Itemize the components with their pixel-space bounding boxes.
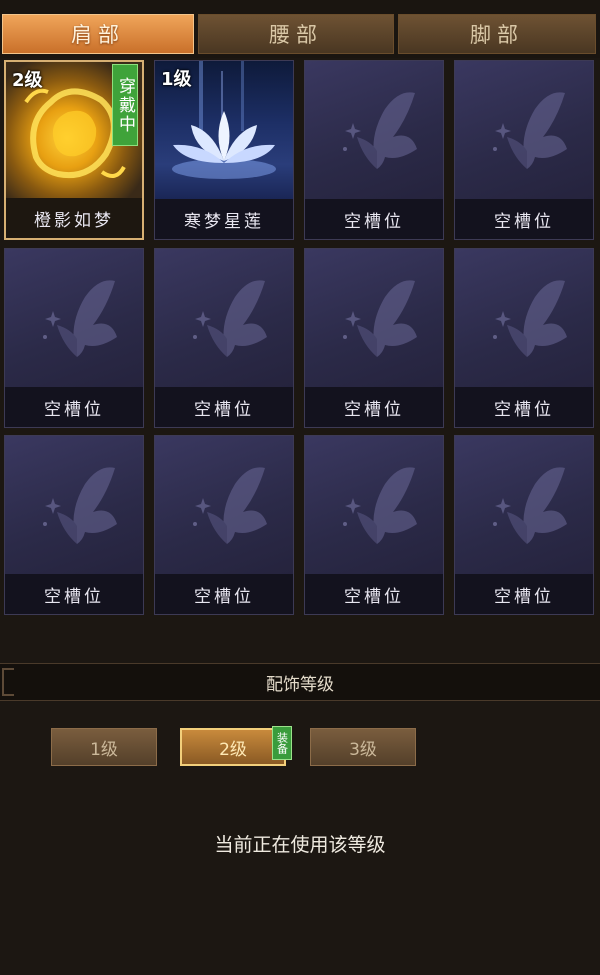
- tab-shoulder[interactable]: 肩部: [2, 14, 194, 54]
- slot-name: 空槽位: [155, 387, 293, 427]
- slot-name: 寒梦星莲: [155, 199, 293, 239]
- slot-art: [455, 436, 593, 574]
- accessory-tab-bar: 肩部 腰部 脚部: [0, 0, 600, 58]
- slot-name: 空槽位: [455, 199, 593, 239]
- slot-card[interactable]: 1级 寒梦星莲: [154, 60, 294, 240]
- butterfly-placeholder-icon: [43, 280, 117, 357]
- slot-name: 空槽位: [455, 387, 593, 427]
- slot-art: [455, 61, 593, 199]
- status-text: 当前正在使用该等级: [214, 834, 386, 856]
- slot-level-badge: 2级: [12, 70, 43, 91]
- empty-slot[interactable]: 空槽位: [304, 435, 444, 615]
- level-label: 3级: [349, 739, 377, 760]
- level-label: 1级: [90, 739, 118, 760]
- tab-waist[interactable]: 腰部: [198, 14, 394, 54]
- butterfly-placeholder-icon: [343, 280, 417, 357]
- slot-name: 空槽位: [5, 574, 143, 614]
- slot-art: [305, 436, 443, 574]
- butterfly-placeholder-icon: [493, 92, 567, 169]
- level-1-button[interactable]: 1级: [51, 728, 157, 766]
- slot-art: [155, 436, 293, 574]
- slot-name: 橙影如梦: [6, 198, 142, 238]
- empty-slot[interactable]: 空槽位: [454, 60, 594, 240]
- slot-art: [455, 249, 593, 387]
- butterfly-placeholder-icon: [493, 467, 567, 544]
- butterfly-placeholder-icon: [343, 92, 417, 169]
- butterfly-placeholder-icon: [43, 467, 117, 544]
- slot-art: [305, 61, 443, 199]
- accessory-grid: 2级 穿戴中 橙影如梦 1级 寒梦星莲 空槽位 空槽位 空槽位 空槽位 空槽位 …: [4, 60, 596, 616]
- header-ornament: [2, 668, 14, 696]
- slot-art: [155, 249, 293, 387]
- slot-card[interactable]: 2级 穿戴中 橙影如梦: [4, 60, 144, 240]
- empty-slot[interactable]: 空槽位: [454, 435, 594, 615]
- accessory-level-header: 配饰等级: [0, 663, 600, 701]
- slot-level-badge: 1级: [161, 69, 192, 90]
- empty-slot[interactable]: 空槽位: [304, 248, 444, 428]
- slot-name: 空槽位: [305, 199, 443, 239]
- empty-slot[interactable]: 空槽位: [4, 435, 144, 615]
- slot-art: [305, 249, 443, 387]
- level-label: 2级: [219, 739, 247, 760]
- empty-slot[interactable]: 空槽位: [304, 60, 444, 240]
- section-title: 配饰等级: [266, 674, 334, 695]
- slot-name: 空槽位: [305, 387, 443, 427]
- equipped-tag: 装备: [272, 726, 292, 760]
- empty-slot[interactable]: 空槽位: [4, 248, 144, 428]
- empty-slot[interactable]: 空槽位: [154, 435, 294, 615]
- level-2-button[interactable]: 2级 装备: [180, 726, 292, 766]
- butterfly-placeholder-icon: [193, 280, 267, 357]
- slot-art: [5, 436, 143, 574]
- tab-feet[interactable]: 脚部: [398, 14, 596, 54]
- butterfly-placeholder-icon: [193, 467, 267, 544]
- slot-name: 空槽位: [305, 574, 443, 614]
- wearing-tag: 穿戴中: [112, 64, 138, 146]
- slot-name: 空槽位: [155, 574, 293, 614]
- butterfly-placeholder-icon: [343, 467, 417, 544]
- butterfly-placeholder-icon: [493, 280, 567, 357]
- slot-name: 空槽位: [455, 574, 593, 614]
- empty-slot[interactable]: 空槽位: [154, 248, 294, 428]
- slot-art: [5, 249, 143, 387]
- level-3-button[interactable]: 3级: [310, 728, 416, 766]
- empty-slot[interactable]: 空槽位: [454, 248, 594, 428]
- slot-name: 空槽位: [5, 387, 143, 427]
